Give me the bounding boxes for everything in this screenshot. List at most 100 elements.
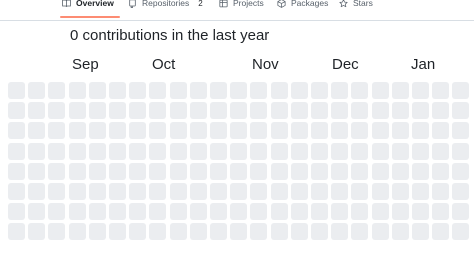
contribution-day-cell[interactable] bbox=[210, 143, 227, 160]
contribution-day-cell[interactable] bbox=[351, 183, 368, 200]
contribution-day-cell[interactable] bbox=[351, 82, 368, 99]
contribution-day-cell[interactable] bbox=[331, 203, 348, 220]
contribution-day-cell[interactable] bbox=[129, 163, 146, 180]
contribution-day-cell[interactable] bbox=[170, 183, 187, 200]
contribution-day-cell[interactable] bbox=[48, 163, 65, 180]
tab-stars[interactable]: Stars bbox=[339, 0, 373, 13]
contribution-day-cell[interactable] bbox=[271, 102, 288, 119]
contribution-day-cell[interactable] bbox=[331, 122, 348, 139]
contribution-day-cell[interactable] bbox=[48, 102, 65, 119]
contribution-day-cell[interactable] bbox=[170, 102, 187, 119]
contribution-day-cell[interactable] bbox=[372, 203, 389, 220]
contribution-day-cell[interactable] bbox=[210, 223, 227, 240]
contribution-day-cell[interactable] bbox=[412, 203, 429, 220]
contribution-day-cell[interactable] bbox=[291, 82, 308, 99]
contribution-day-cell[interactable] bbox=[291, 183, 308, 200]
contribution-day-cell[interactable] bbox=[170, 82, 187, 99]
contribution-day-cell[interactable] bbox=[250, 122, 267, 139]
contribution-day-cell[interactable] bbox=[230, 223, 247, 240]
contribution-day-cell[interactable] bbox=[311, 183, 328, 200]
contribution-day-cell[interactable] bbox=[432, 183, 449, 200]
contribution-day-cell[interactable] bbox=[28, 183, 45, 200]
contribution-day-cell[interactable] bbox=[170, 223, 187, 240]
contribution-day-cell[interactable] bbox=[311, 143, 328, 160]
contribution-day-cell[interactable] bbox=[109, 102, 126, 119]
contribution-day-cell[interactable] bbox=[109, 223, 126, 240]
contribution-day-cell[interactable] bbox=[129, 122, 146, 139]
contribution-day-cell[interactable] bbox=[28, 163, 45, 180]
contribution-day-cell[interactable] bbox=[230, 163, 247, 180]
contribution-day-cell[interactable] bbox=[331, 102, 348, 119]
contribution-day-cell[interactable] bbox=[372, 102, 389, 119]
contribution-day-cell[interactable] bbox=[372, 143, 389, 160]
contribution-day-cell[interactable] bbox=[392, 122, 409, 139]
contribution-day-cell[interactable] bbox=[190, 183, 207, 200]
contribution-day-cell[interactable] bbox=[372, 163, 389, 180]
contribution-day-cell[interactable] bbox=[190, 203, 207, 220]
contribution-day-cell[interactable] bbox=[48, 122, 65, 139]
contribution-day-cell[interactable] bbox=[190, 143, 207, 160]
contribution-day-cell[interactable] bbox=[8, 102, 25, 119]
contribution-day-cell[interactable] bbox=[170, 143, 187, 160]
contribution-day-cell[interactable] bbox=[432, 203, 449, 220]
contribution-day-cell[interactable] bbox=[170, 203, 187, 220]
contribution-day-cell[interactable] bbox=[351, 122, 368, 139]
contribution-day-cell[interactable] bbox=[372, 122, 389, 139]
contribution-day-cell[interactable] bbox=[351, 223, 368, 240]
contribution-day-cell[interactable] bbox=[129, 223, 146, 240]
contribution-day-cell[interactable] bbox=[109, 82, 126, 99]
contribution-day-cell[interactable] bbox=[190, 223, 207, 240]
contribution-day-cell[interactable] bbox=[69, 223, 86, 240]
contribution-day-cell[interactable] bbox=[412, 183, 429, 200]
contribution-day-cell[interactable] bbox=[69, 183, 86, 200]
contribution-day-cell[interactable] bbox=[452, 143, 469, 160]
contribution-day-cell[interactable] bbox=[331, 223, 348, 240]
contribution-day-cell[interactable] bbox=[452, 102, 469, 119]
contribution-day-cell[interactable] bbox=[230, 102, 247, 119]
contribution-day-cell[interactable] bbox=[69, 122, 86, 139]
contribution-day-cell[interactable] bbox=[8, 203, 25, 220]
contribution-day-cell[interactable] bbox=[149, 183, 166, 200]
contribution-day-cell[interactable] bbox=[230, 143, 247, 160]
contribution-day-cell[interactable] bbox=[250, 82, 267, 99]
contribution-day-cell[interactable] bbox=[170, 122, 187, 139]
contribution-day-cell[interactable] bbox=[271, 203, 288, 220]
contribution-day-cell[interactable] bbox=[311, 163, 328, 180]
contribution-day-cell[interactable] bbox=[412, 143, 429, 160]
contribution-day-cell[interactable] bbox=[190, 122, 207, 139]
contribution-day-cell[interactable] bbox=[28, 122, 45, 139]
contribution-day-cell[interactable] bbox=[432, 102, 449, 119]
contribution-day-cell[interactable] bbox=[48, 223, 65, 240]
contribution-day-cell[interactable] bbox=[129, 143, 146, 160]
contribution-day-cell[interactable] bbox=[250, 143, 267, 160]
contribution-day-cell[interactable] bbox=[432, 163, 449, 180]
contribution-day-cell[interactable] bbox=[250, 163, 267, 180]
contribution-day-cell[interactable] bbox=[89, 122, 106, 139]
contribution-day-cell[interactable] bbox=[271, 82, 288, 99]
contribution-day-cell[interactable] bbox=[271, 183, 288, 200]
contribution-day-cell[interactable] bbox=[392, 82, 409, 99]
contribution-day-cell[interactable] bbox=[170, 163, 187, 180]
contribution-day-cell[interactable] bbox=[129, 102, 146, 119]
contribution-day-cell[interactable] bbox=[271, 163, 288, 180]
contribution-day-cell[interactable] bbox=[351, 163, 368, 180]
contribution-day-cell[interactable] bbox=[28, 223, 45, 240]
contribution-day-cell[interactable] bbox=[412, 102, 429, 119]
contribution-day-cell[interactable] bbox=[452, 223, 469, 240]
contribution-day-cell[interactable] bbox=[109, 163, 126, 180]
contribution-day-cell[interactable] bbox=[149, 203, 166, 220]
contribution-day-cell[interactable] bbox=[28, 203, 45, 220]
contribution-day-cell[interactable] bbox=[432, 223, 449, 240]
contribution-day-cell[interactable] bbox=[392, 143, 409, 160]
contribution-day-cell[interactable] bbox=[291, 223, 308, 240]
contribution-day-cell[interactable] bbox=[452, 163, 469, 180]
contribution-day-cell[interactable] bbox=[311, 223, 328, 240]
contribution-day-cell[interactable] bbox=[109, 122, 126, 139]
tab-packages[interactable]: Packages bbox=[277, 0, 328, 13]
contribution-day-cell[interactable] bbox=[149, 122, 166, 139]
contribution-day-cell[interactable] bbox=[129, 82, 146, 99]
contribution-day-cell[interactable] bbox=[89, 223, 106, 240]
contribution-day-cell[interactable] bbox=[271, 122, 288, 139]
contribution-day-cell[interactable] bbox=[250, 102, 267, 119]
contribution-day-cell[interactable] bbox=[129, 203, 146, 220]
